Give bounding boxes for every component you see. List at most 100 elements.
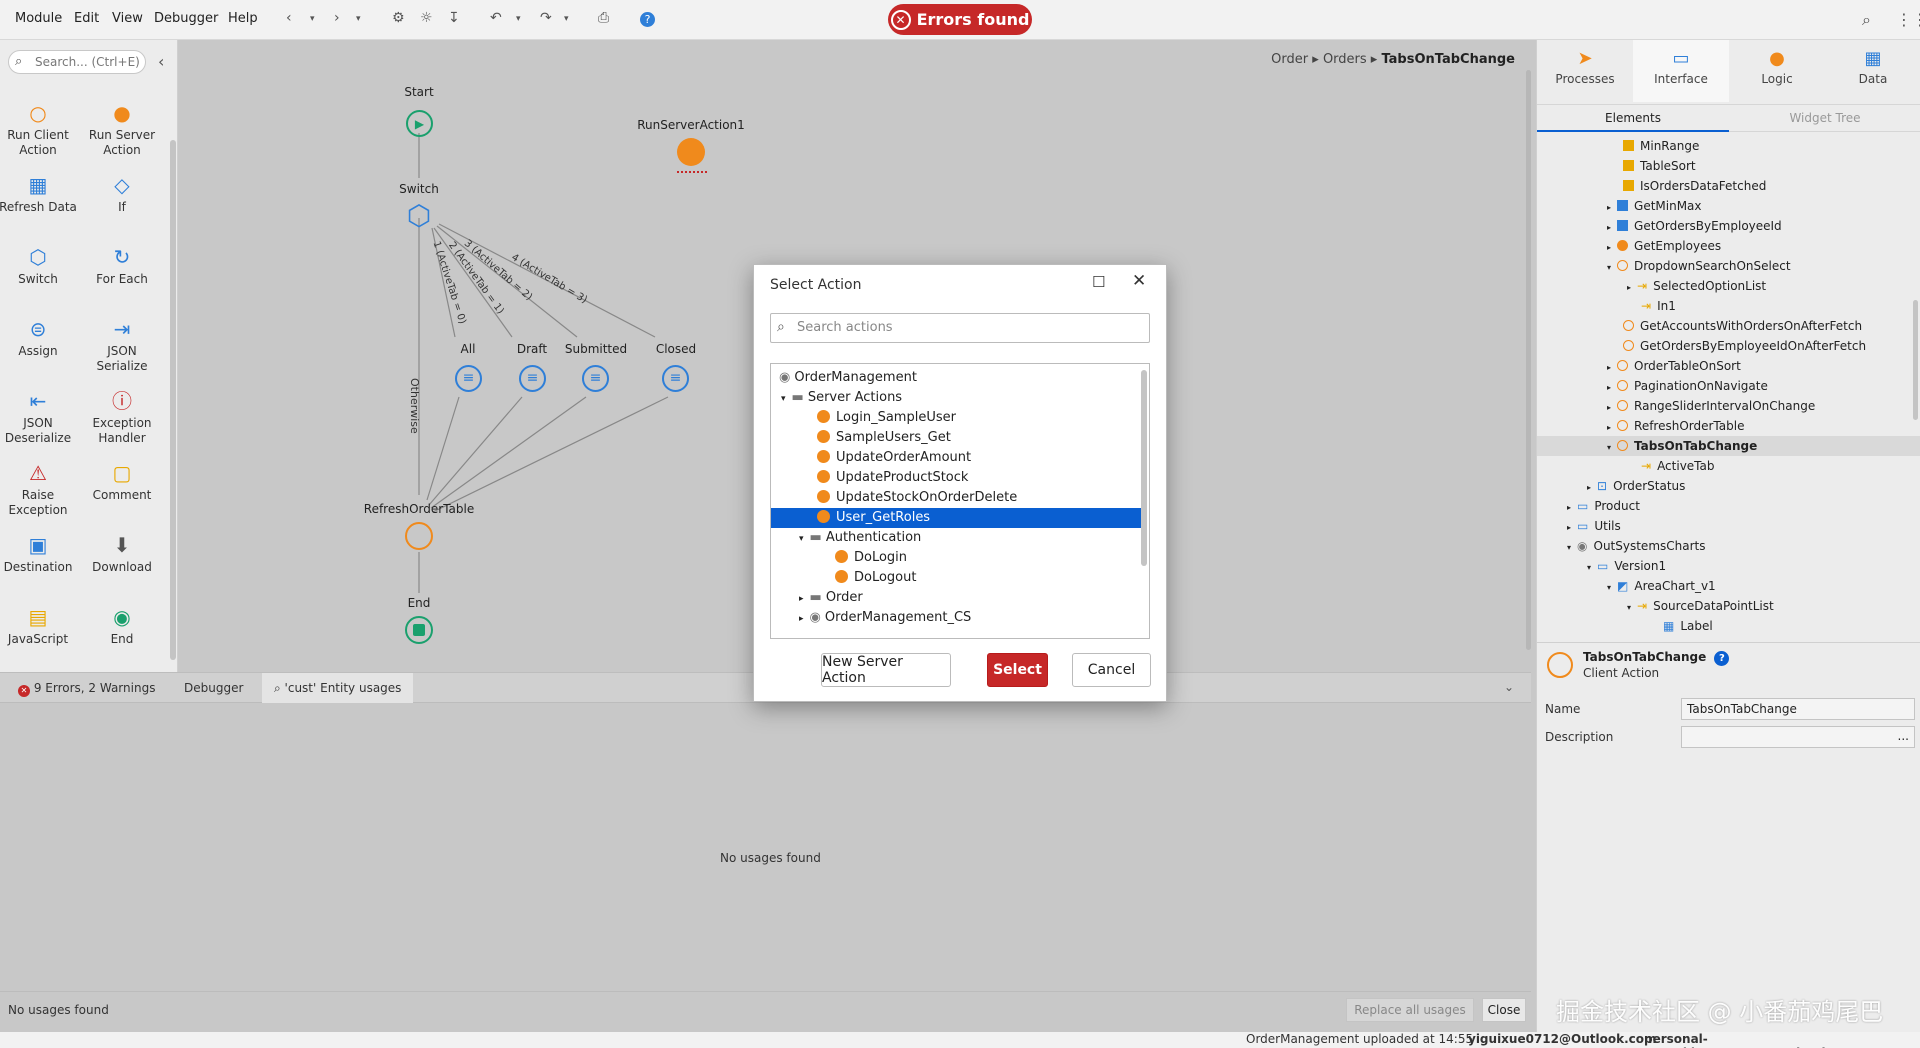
tool-assign[interactable]: ⊜ Assign [0, 318, 80, 359]
maximize-icon[interactable]: ☐ [1092, 273, 1105, 291]
refresh-order-table-node[interactable] [405, 522, 433, 550]
run-server-action-node[interactable] [677, 138, 705, 166]
back-icon[interactable]: ‹ [286, 10, 292, 26]
tree-item[interactable]: ▸ ▭ Product [1567, 496, 1640, 516]
tree-item[interactable]: ▸ GetOrdersByEmployeeId [1607, 216, 1782, 236]
menu-help[interactable]: Help [228, 11, 258, 26]
tree-node-action[interactable]: DoLogout [771, 568, 1141, 588]
undo-dropdown-icon[interactable]: ▾ [516, 14, 521, 24]
forward-icon[interactable]: › [334, 10, 340, 26]
tree-item[interactable]: ▸ PaginationOnNavigate [1607, 376, 1768, 396]
start-node[interactable]: ▶ [406, 110, 433, 137]
tree-item[interactable]: ▾ ▭ Version1 [1587, 556, 1666, 576]
menu-debugger[interactable]: Debugger [154, 11, 218, 26]
tree-item[interactable]: ▸ GetEmployees [1607, 236, 1721, 256]
tree-node-action-selected[interactable]: User_GetRoles [771, 508, 1141, 528]
tab-errors[interactable]: ✕ 9 Errors, 2 Warnings [6, 673, 167, 703]
tool-comment[interactable]: ▢ Comment [80, 462, 164, 503]
tree-node-action[interactable]: UpdateStockOnOrderDelete [771, 488, 1141, 508]
cancel-button[interactable]: Cancel [1072, 653, 1151, 687]
tree-node-action[interactable]: SampleUsers_Get [771, 428, 1141, 448]
tree-item[interactable]: ▸ RangeSliderIntervalOnChange [1607, 396, 1815, 416]
end-node[interactable] [405, 616, 433, 644]
tree-node-module[interactable]: ▸ ◉ OrderManagement_CS [771, 608, 1141, 628]
tree-node-action[interactable]: UpdateProductStock [771, 468, 1141, 488]
tree-item[interactable]: ⇥ ActiveTab [1641, 456, 1715, 476]
tool-destination[interactable]: ▣ Destination [0, 534, 80, 575]
tab-interface[interactable]: ▭ Interface [1633, 40, 1729, 102]
switch-node[interactable]: ⬡ [404, 202, 434, 230]
tree-item[interactable]: ▸ OrderTableOnSort [1607, 356, 1741, 376]
menu-edit[interactable]: Edit [74, 11, 99, 26]
tool-javascript[interactable]: ▤ JavaScript [0, 606, 80, 647]
tool-run-server-action[interactable]: ● Run Server Action [80, 102, 164, 158]
tree-item[interactable]: ▸ GetMinMax [1607, 196, 1702, 216]
publish-icon[interactable]: ⎙ [598, 10, 609, 26]
tool-exception-handler[interactable]: ⓘ Exception Handler [80, 390, 164, 446]
tree-item[interactable]: GetOrdersByEmployeeIdOnAfterFetch [1623, 336, 1866, 356]
new-server-action-button[interactable]: New Server Action [821, 653, 951, 687]
apps-grid-icon[interactable]: ⋮⋮ [1896, 10, 1920, 29]
tool-raise-exception[interactable]: ⚠ Raise Exception [0, 462, 80, 518]
tool-end[interactable]: ◉ End [80, 606, 164, 647]
tab-entity-usages[interactable]: ⌕ 'cust' Entity usages [262, 673, 414, 703]
tab-data[interactable]: ▦ Data [1825, 40, 1920, 102]
assign-closed-node[interactable]: ≡ [662, 365, 689, 392]
subtab-widget-tree[interactable]: Widget Tree [1729, 104, 1920, 132]
tool-for-each[interactable]: ↻ For Each [80, 246, 164, 287]
description-field[interactable]: ... [1681, 726, 1915, 748]
tree-item[interactable]: TableSort [1623, 156, 1696, 176]
tree-item[interactable]: MinRange [1623, 136, 1699, 156]
tool-json-serialize[interactable]: ⇥ JSON Serialize [80, 318, 164, 374]
tab-debugger[interactable]: Debugger [172, 673, 255, 703]
toolbox-search-input[interactable]: Search... (Ctrl+E) [8, 50, 146, 74]
tree-node-folder[interactable]: ▾ ▬ Server Actions [771, 388, 1141, 408]
assign-submitted-node[interactable]: ≡ [582, 365, 609, 392]
tree-node-folder[interactable]: ▸ ▬ Order [771, 588, 1141, 608]
tree-node-folder[interactable]: ▾ ▬ Authentication [771, 528, 1141, 548]
tree-node-action[interactable]: UpdateOrderAmount [771, 448, 1141, 468]
search-icon[interactable]: ⌕ [1862, 10, 1871, 30]
tree-scrollbar[interactable] [1141, 370, 1147, 566]
bug-icon[interactable]: ☼ [420, 10, 433, 26]
undo-icon[interactable]: ↶ [490, 10, 502, 26]
tool-switch[interactable]: ⬡ Switch [0, 246, 80, 287]
subtab-elements[interactable]: Elements [1537, 104, 1729, 132]
errors-found-button[interactable]: ✕ Errors found [888, 4, 1032, 35]
collapse-panel-icon[interactable]: ‹ [158, 52, 164, 71]
search-actions-input[interactable]: Search actions [770, 313, 1150, 343]
tree-node-action[interactable]: DoLogin [771, 548, 1141, 568]
assign-draft-node[interactable]: ≡ [519, 365, 546, 392]
tool-refresh-data[interactable]: ▦ Refresh Data [0, 174, 80, 215]
help-icon[interactable]: ? [640, 12, 655, 27]
name-field[interactable]: TabsOnTabChange [1681, 698, 1915, 720]
help-icon[interactable]: ? [1714, 651, 1730, 666]
close-button[interactable]: Close [1482, 998, 1526, 1022]
redo-dropdown-icon[interactable]: ▾ [564, 14, 569, 24]
tree-item[interactable]: ▸ ▭ Utils [1567, 516, 1621, 536]
tree-item[interactable]: GetAccountsWithOrdersOnAfterFetch [1623, 316, 1862, 336]
tree-item[interactable]: ▸ ⊡ OrderStatus [1587, 476, 1685, 496]
step-icon[interactable]: ↧ [448, 10, 460, 26]
tree-item[interactable]: ⇥ In1 [1641, 296, 1676, 316]
close-icon[interactable]: ✕ [1132, 271, 1146, 291]
tab-logic[interactable]: ● Logic [1729, 40, 1825, 102]
tree-item[interactable]: ▾ ⇥ SourceDataPointList [1627, 596, 1774, 616]
tree-node-module[interactable]: ◉ OrderManagement [771, 368, 1141, 388]
tree-item[interactable]: IsOrdersDataFetched [1623, 176, 1766, 196]
assign-all-node[interactable]: ≡ [455, 365, 482, 392]
tool-json-deserialize[interactable]: ⇤ JSON Deserialize [0, 390, 80, 446]
tree-node-action[interactable]: Login_SampleUser [771, 408, 1141, 428]
more-icon[interactable]: ... [1898, 729, 1909, 743]
toolbox-scrollbar[interactable] [170, 140, 176, 660]
tree-item[interactable]: ▸ RefreshOrderTable [1607, 416, 1744, 436]
tool-if[interactable]: ◇ If [80, 174, 164, 215]
tree-item-selected[interactable]: ▾ TabsOnTabChange [1537, 436, 1920, 456]
select-button[interactable]: Select [987, 653, 1048, 687]
tree-item[interactable]: ▦ Label [1663, 616, 1713, 636]
menu-module[interactable]: Module [15, 11, 62, 26]
redo-icon[interactable]: ↷ [540, 10, 552, 26]
chevron-down-icon[interactable]: ⌄ [1504, 680, 1514, 694]
back-dropdown-icon[interactable]: ▾ [310, 14, 315, 24]
replace-all-usages-button[interactable]: Replace all usages [1346, 998, 1474, 1022]
